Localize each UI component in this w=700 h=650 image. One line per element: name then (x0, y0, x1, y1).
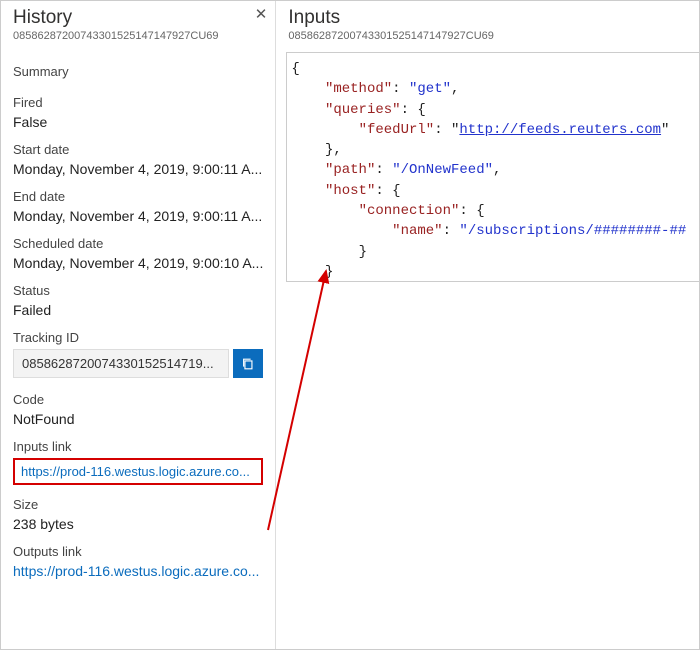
json-method: "get" (409, 81, 451, 97)
end-date-label: End date (13, 189, 263, 204)
inputs-panel: Inputs 08586287200743301525147147927CU69… (276, 1, 700, 649)
outputs-link-label: Outputs link (13, 544, 263, 559)
history-body: Summary Fired False Start date Monday, N… (1, 46, 275, 649)
scheduled-date-label: Scheduled date (13, 236, 263, 251)
code-value: NotFound (13, 411, 263, 427)
json-feed-url[interactable]: http://feeds.reuters.com (459, 122, 661, 138)
size-label: Size (13, 497, 263, 512)
json-path: "/OnNewFeed" (392, 162, 493, 178)
inputs-json-viewer[interactable]: { "method": "get", "queries": { "feedUrl… (286, 52, 700, 282)
summary-label: Summary (13, 64, 263, 79)
close-icon[interactable]: ✕ (255, 7, 268, 22)
status-value: Failed (13, 302, 263, 318)
history-header: History 08586287200743301525147147927CU6… (1, 1, 275, 46)
history-panel: History 08586287200743301525147147927CU6… (1, 1, 276, 649)
history-id: 08586287200743301525147147927CU69 (13, 30, 265, 42)
code-label: Code (13, 392, 263, 407)
history-title: History (13, 7, 265, 29)
inputs-link[interactable]: https://prod-116.westus.logic.azure.co..… (13, 458, 263, 485)
tracking-id-label: Tracking ID (13, 330, 263, 345)
size-value: 238 bytes (13, 516, 263, 532)
scheduled-date-value: Monday, November 4, 2019, 9:00:10 A... (13, 255, 263, 271)
json-content: { "method": "get", "queries": { "feedUrl… (291, 59, 700, 282)
inputs-id: 08586287200743301525147147927CU69 (288, 30, 700, 42)
start-date-label: Start date (13, 142, 263, 157)
outputs-link[interactable]: https://prod-116.westus.logic.azure.co..… (13, 563, 263, 579)
copy-icon (241, 357, 255, 371)
json-conn-name: "/subscriptions/########-## (459, 223, 686, 239)
inputs-header: Inputs 08586287200743301525147147927CU69 (276, 1, 700, 46)
end-date-value: Monday, November 4, 2019, 9:00:11 A... (13, 208, 263, 224)
start-date-value: Monday, November 4, 2019, 9:00:11 A... (13, 161, 263, 177)
status-label: Status (13, 283, 263, 298)
copy-button[interactable] (233, 349, 263, 378)
fired-value: False (13, 114, 263, 130)
inputs-link-label: Inputs link (13, 439, 263, 454)
fired-label: Fired (13, 95, 263, 110)
inputs-title: Inputs (288, 7, 700, 29)
tracking-id-value[interactable]: 0858628720074330152514719... (13, 349, 229, 378)
